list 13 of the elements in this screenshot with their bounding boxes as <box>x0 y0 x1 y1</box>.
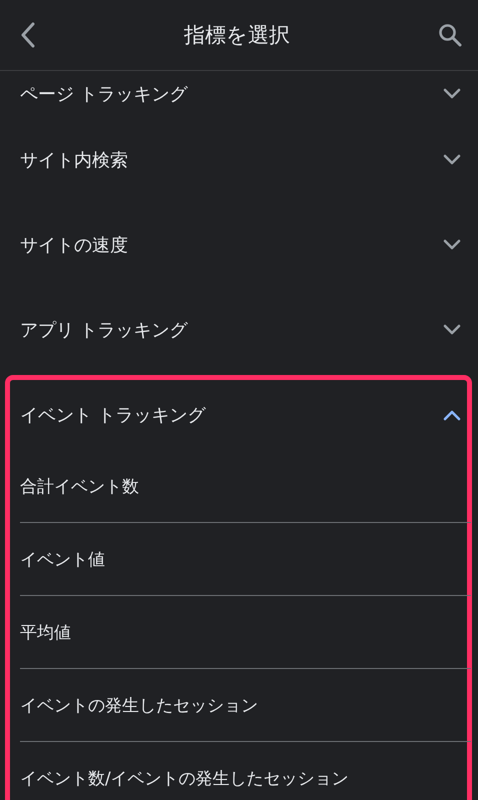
category-row[interactable]: サイト内検索 <box>10 122 467 197</box>
category-row[interactable]: ページ トラッキング <box>10 76 467 112</box>
metric-item[interactable]: イベント数/イベントの発生したセッション <box>20 742 471 800</box>
back-icon <box>20 22 36 48</box>
category-row[interactable]: イベント トラッキング <box>10 380 467 450</box>
search-icon <box>438 23 462 47</box>
metric-item[interactable]: 平均値 <box>20 596 471 669</box>
category-row[interactable]: アプリ トラッキング <box>10 292 467 367</box>
metric-item[interactable]: 合計イベント数 <box>20 450 471 523</box>
metric-item[interactable]: イベントの発生したセッション <box>20 669 471 742</box>
page-title: 指標を選択 <box>184 22 290 49</box>
metric-item[interactable]: イベント値 <box>20 523 471 596</box>
category-row[interactable]: サイトの速度 <box>10 207 467 282</box>
